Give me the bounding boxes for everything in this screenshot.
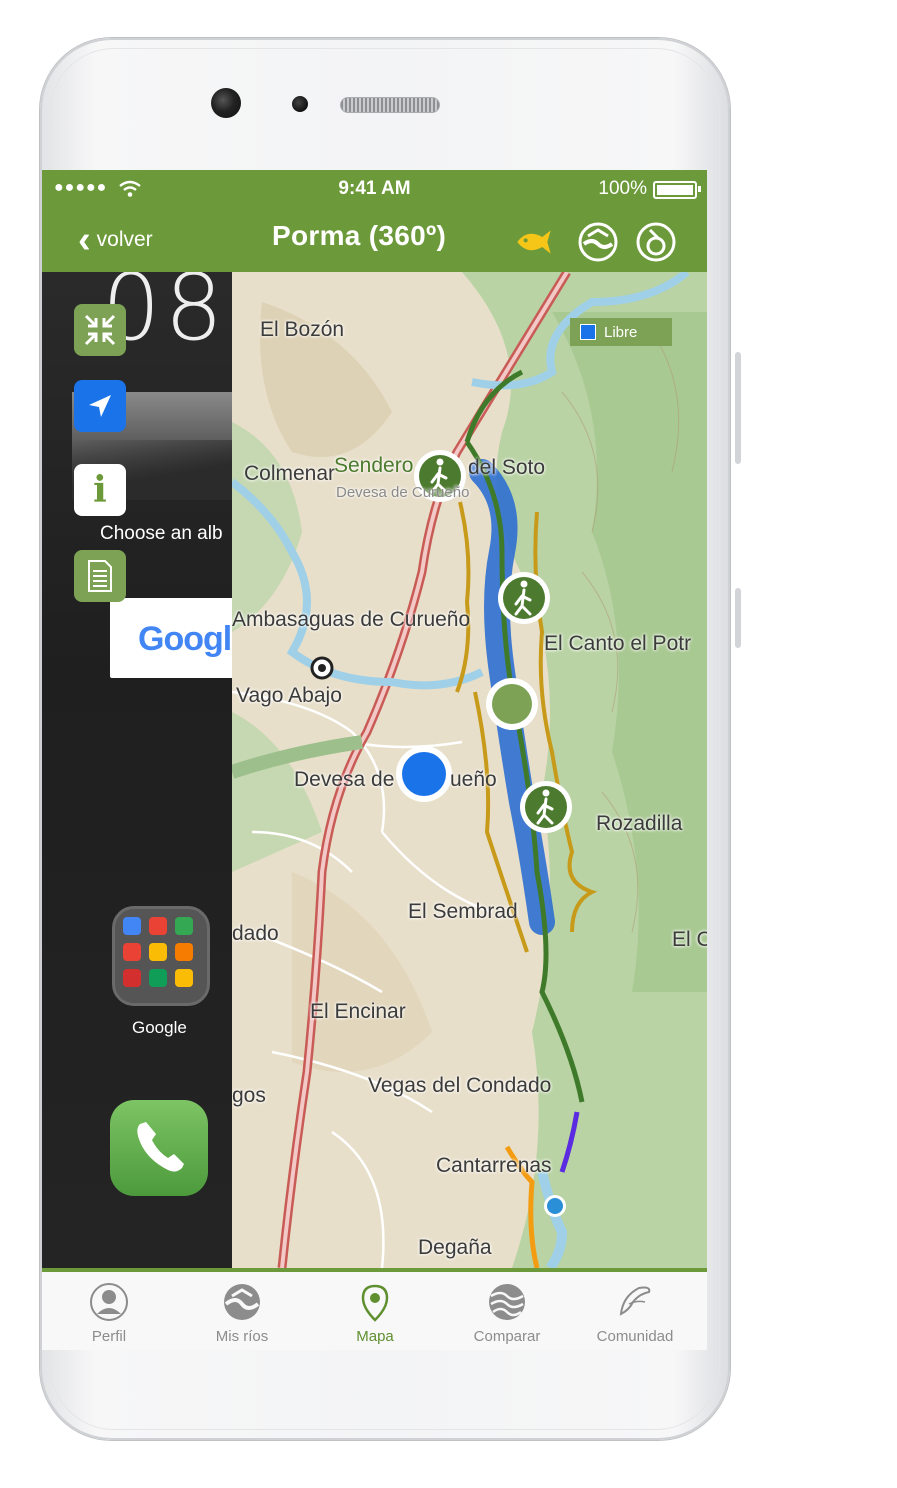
battery-icon (653, 181, 697, 199)
back-button[interactable]: ‹ volver (78, 219, 153, 261)
document-button[interactable] (74, 550, 126, 602)
place-label-small: Devesa de Curueño (336, 484, 470, 501)
my-rivers-icon (224, 1284, 260, 1320)
phone-app-icon[interactable] (110, 1100, 208, 1196)
place-label: Vegas del Condado (368, 1074, 552, 1097)
fish-icon[interactable] (514, 222, 554, 262)
folder-label: Google (132, 1018, 187, 1037)
place-label: El Encinar (310, 1000, 406, 1023)
profile-icon (90, 1283, 128, 1321)
locate-button[interactable] (74, 380, 126, 432)
tab-label: Mapa (356, 1328, 394, 1345)
earpiece-speaker (340, 97, 440, 113)
place-label: Rozadilla (596, 812, 683, 835)
place-label: El Sembrad (408, 900, 518, 923)
info-icon: i (93, 469, 107, 511)
map-view[interactable]: Libre El Bozón Colmenar Sendero del Soto… (232, 272, 707, 1268)
navigate-icon (89, 395, 111, 417)
phone-handset-icon (137, 1122, 184, 1172)
front-camera (211, 88, 241, 118)
tab-label: Comunidad (596, 1328, 674, 1345)
community-icon (619, 1286, 651, 1316)
tab-label: Perfil (91, 1328, 127, 1345)
legend-label: Libre (604, 323, 638, 341)
place-label: Vago Abajo (236, 684, 342, 707)
android-home-strip: 08: Choose an alb Googl Google (42, 272, 232, 1268)
legend-swatch (580, 324, 596, 340)
status-bar: ●●●●● 9:41 AM 100% (42, 170, 707, 208)
page-title: Porma (360º) (272, 220, 447, 251)
place-label: del Soto (468, 456, 546, 479)
place-label: El Canto el Potr (544, 632, 692, 655)
place-label: Degaña (418, 1236, 492, 1259)
place-label: ueño (450, 768, 497, 791)
place-label: Colmenar (244, 462, 336, 485)
proximity-sensor (292, 96, 308, 112)
volume-button (735, 352, 741, 464)
phone-screen: ●●●●● 9:41 AM 100% ‹ volver Porma (360º) (42, 170, 707, 1350)
trail-label: Sendero (334, 454, 414, 477)
place-label: Ambasaguas de Curueño (232, 608, 471, 631)
rain-gauge-icon[interactable] (636, 222, 676, 262)
power-button (735, 588, 741, 648)
google-apps-folder[interactable] (112, 906, 210, 1006)
google-logo-text: Googl (138, 620, 232, 658)
place-label: dado (232, 922, 279, 945)
river-icon[interactable] (578, 222, 618, 262)
tab-bar: Perfil Mis ríos Mapa Comparar Comunidad (42, 1268, 707, 1350)
info-button[interactable]: i (74, 464, 126, 516)
tab-perfil[interactable]: Perfil (44, 1282, 174, 1345)
album-caption: Choose an alb (100, 523, 223, 544)
place-label: gos (232, 1084, 266, 1107)
place-label: El Bozón (260, 318, 345, 341)
chevron-left-icon: ‹ (78, 219, 91, 261)
place-label: Devesa de (294, 768, 395, 791)
tab-comparar[interactable]: Comparar (442, 1282, 572, 1345)
nav-bar: ‹ volver Porma (360º) (42, 208, 707, 272)
tab-mapa[interactable]: Mapa (310, 1282, 440, 1345)
compare-icon (489, 1284, 525, 1320)
place-label: El C (672, 928, 707, 951)
map-pin-icon (361, 1284, 389, 1322)
document-icon (88, 560, 112, 592)
tab-label: Mis ríos (215, 1328, 269, 1345)
battery-tip (698, 186, 701, 192)
place-label: Cantarrenas (436, 1154, 552, 1177)
tab-mis-rios[interactable]: Mis ríos (177, 1282, 307, 1345)
tab-comunidad[interactable]: Comunidad (570, 1282, 700, 1345)
collapse-icon (84, 314, 116, 346)
tab-label: Comparar (473, 1328, 541, 1345)
back-label: volver (96, 228, 153, 251)
legend-libre: Libre (570, 318, 672, 346)
google-search-widget[interactable]: Googl (110, 598, 232, 678)
collapse-map-button[interactable] (74, 304, 126, 356)
battery-percent: 100% (598, 178, 647, 199)
